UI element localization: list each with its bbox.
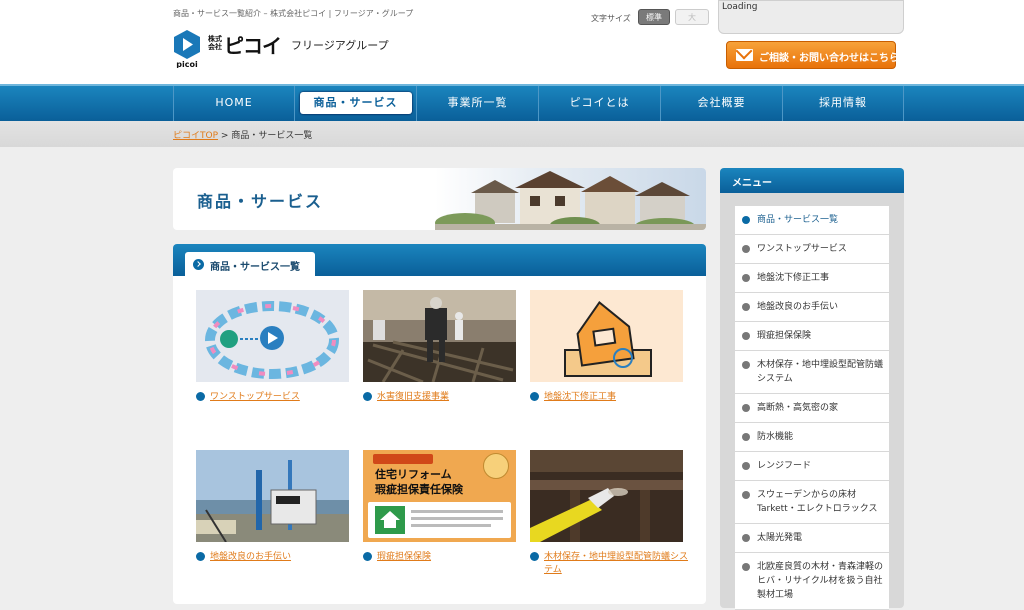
sidebar-item-solar[interactable]: 太陽光発電 xyxy=(735,524,889,553)
breadcrumb-home-link[interactable]: ピコイTOP xyxy=(173,131,218,141)
contact-button[interactable]: ご相談・お問い合わせはこちら xyxy=(726,41,899,69)
bullet-icon xyxy=(742,332,750,340)
wood-preservation-image[interactable] xyxy=(530,450,683,542)
product-link-wood-preservation[interactable]: 木材保存・地中埋設型配管防蟻システム xyxy=(530,551,690,577)
product-link-flood-recovery[interactable]: 水害復旧支援事業 xyxy=(363,391,523,404)
mail-icon xyxy=(736,49,753,61)
logo-group-name: フリージアグループ xyxy=(291,39,389,52)
sidebar-header: メニュー xyxy=(720,168,904,193)
arrow-bullet-icon xyxy=(196,552,205,561)
houses-banner-image xyxy=(435,168,706,230)
sidebar-title: メニュー xyxy=(732,178,772,189)
insurance-thumb-title-1: 住宅リフォーム xyxy=(375,468,452,481)
flood-recovery-image[interactable] xyxy=(363,290,516,382)
sidebar-item-sawmill[interactable]: 北欧産良質の木材・青森津軽のヒバ・リサイクル材を扱う自社製材工場 xyxy=(735,553,889,610)
ground-subsidence-image[interactable] xyxy=(530,290,683,382)
picoi-logo-icon: picoi xyxy=(174,30,200,68)
bullet-icon xyxy=(742,491,750,499)
products-panel-header: 商品・サービス一覧 xyxy=(173,244,706,276)
sidebar-item-wood-preservation[interactable]: 木材保存・地中埋設型配管防蟻システム xyxy=(735,351,889,394)
sidebar-list: 商品・サービス一覧 ワンストップサービス 地盤沈下修正工事 地盤改良のお手伝い … xyxy=(735,206,889,610)
breadcrumb: ピコイTOP > 商品・サービス一覧 xyxy=(173,128,312,141)
nav-item-products[interactable]: 商品・サービス xyxy=(294,86,416,121)
sidebar-item-onestop[interactable]: ワンストップサービス xyxy=(735,235,889,264)
arrow-bullet-icon xyxy=(363,552,372,561)
sidebar-item-waterproof[interactable]: 防水機能 xyxy=(735,423,889,452)
page-title: 商品・サービス xyxy=(197,192,324,211)
bullet-icon xyxy=(742,534,750,542)
bullet-icon xyxy=(742,404,750,412)
bullet-icon xyxy=(742,433,750,441)
logo-company-name: ピコイ xyxy=(224,34,282,58)
sidebar-item-defect-insurance[interactable]: 瑕疵担保保険 xyxy=(735,322,889,351)
product-card-caption: 木材保存・地中埋設型配管防蟻システム xyxy=(530,551,690,577)
breadcrumb-current: 商品・サービス一覧 xyxy=(231,131,313,141)
product-card-caption: 地盤改良のお手伝い xyxy=(196,551,356,564)
nav-item-home[interactable]: HOME xyxy=(173,86,294,121)
ground-improvement-image[interactable] xyxy=(196,450,349,542)
nav-item-about-picoi[interactable]: ピコイとは xyxy=(538,86,660,121)
arrow-bullet-icon xyxy=(363,392,372,401)
arrow-bullet-icon xyxy=(530,392,539,401)
loading-text: Loading xyxy=(722,2,758,12)
bullet-icon xyxy=(742,216,750,224)
logo-mark-text: picoi xyxy=(176,60,198,68)
product-card-caption: 瑕疵担保保険 xyxy=(363,551,523,564)
product-card-caption: ワンストップサービス xyxy=(196,391,356,404)
logo-kaisha: 株式会社 xyxy=(208,35,222,51)
onestop-service-image[interactable] xyxy=(196,290,349,382)
sidebar-menu: メニュー 商品・サービス一覧 ワンストップサービス 地盤沈下修正工事 地盤改良の… xyxy=(720,168,904,610)
arrow-bullet-icon xyxy=(530,552,539,561)
site-logo[interactable]: picoi 株式会社 ピコイ フリージアグループ xyxy=(172,30,412,70)
arrow-bullet-icon xyxy=(196,392,205,401)
nav-item-recruit[interactable]: 採用情報 xyxy=(782,86,904,121)
sidebar-item-range-hood[interactable]: レンジフード xyxy=(735,452,889,481)
product-link-ground-improvement[interactable]: 地盤改良のお手伝い xyxy=(196,551,356,564)
font-size-label: 文字サイズ xyxy=(591,14,631,23)
product-link-defect-insurance[interactable]: 瑕疵担保保険 xyxy=(363,551,523,564)
global-nav: HOME 商品・サービス 事業所一覧 ピコイとは 会社概要 採用情報 xyxy=(0,84,1024,121)
sidebar-item-products-list[interactable]: 商品・サービス一覧 xyxy=(735,206,889,235)
defect-insurance-image[interactable]: 住宅リフォーム 瑕疵担保責任保険 xyxy=(363,450,516,542)
sidebar-item-ground-improvement[interactable]: 地盤改良のお手伝い xyxy=(735,293,889,322)
product-card-caption: 地盤沈下修正工事 xyxy=(530,391,690,404)
breadcrumb-bar: ピコイTOP > 商品・サービス一覧 xyxy=(0,121,1024,147)
sidebar-item-flooring[interactable]: スウェーデンからの床材 Tarkett・エレクトロラックス xyxy=(735,481,889,524)
font-size-large-button[interactable]: 大 xyxy=(675,9,709,25)
products-panel-tab: 商品・サービス一覧 xyxy=(185,252,315,276)
page-banner: 商品・サービス xyxy=(173,168,706,230)
product-link-onestop[interactable]: ワンストップサービス xyxy=(196,391,356,404)
nav-item-offices[interactable]: 事業所一覧 xyxy=(416,86,538,121)
arrow-bullet-icon xyxy=(193,259,204,270)
products-panel: 商品・サービス一覧 ワンストップサービス 水害復旧支援事業 地盤沈下修正工事 地… xyxy=(173,244,706,604)
bullet-icon xyxy=(742,245,750,253)
insurance-thumb-title-2: 瑕疵担保責任保険 xyxy=(375,483,463,496)
product-card-caption: 水害復旧支援事業 xyxy=(363,391,523,404)
bullet-icon xyxy=(742,303,750,311)
bullet-icon xyxy=(742,563,750,571)
products-panel-title: 商品・サービス一覧 xyxy=(210,262,300,273)
site-tagline: 商品・サービス一覧紹介 – 株式会社ピコイ | フリージア・グループ xyxy=(173,9,414,18)
font-size-standard-button[interactable]: 標準 xyxy=(638,9,670,25)
loading-box: Loading xyxy=(718,0,904,34)
breadcrumb-separator: > xyxy=(220,131,229,141)
house-emblem-icon xyxy=(375,506,405,534)
product-link-ground-subsidence[interactable]: 地盤沈下修正工事 xyxy=(530,391,690,404)
bullet-icon xyxy=(742,361,750,369)
bullet-icon xyxy=(742,462,750,470)
sidebar-item-insulation[interactable]: 高断熱・高気密の家 xyxy=(735,394,889,423)
site-header: 商品・サービス一覧紹介 – 株式会社ピコイ | フリージア・グループ picoi… xyxy=(0,0,1024,84)
sidebar-item-ground-subsidence[interactable]: 地盤沈下修正工事 xyxy=(735,264,889,293)
contact-button-label: ご相談・お問い合わせはこちら xyxy=(759,53,899,64)
nav-item-company[interactable]: 会社概要 xyxy=(660,86,782,121)
bullet-icon xyxy=(742,274,750,282)
